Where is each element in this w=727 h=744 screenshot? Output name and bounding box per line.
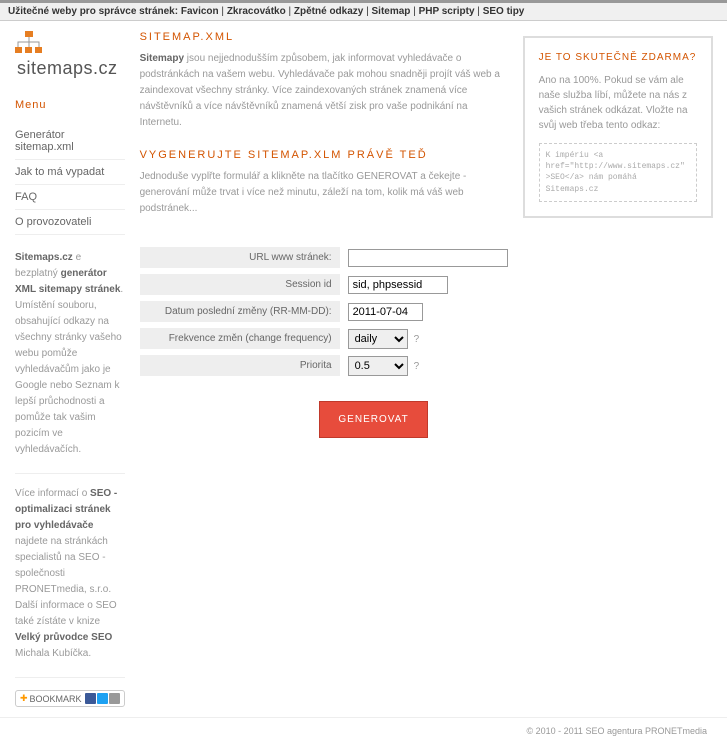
heading-generate: VYGENERUJTE SITEMAP.XLM PRÁVĚ TEĎ [140, 149, 508, 161]
session-label: Session id [140, 274, 340, 295]
menu-item-faq[interactable]: FAQ [15, 185, 125, 210]
url-label: URL www stránek: [140, 247, 340, 268]
bookmark-label: BOOKMARK [30, 694, 82, 704]
freq-select[interactable]: daily [348, 329, 408, 349]
form: URL www stránek: Session id Datum posled… [140, 247, 508, 438]
generate-text: Jednoduše vyplřte formulář a klikněte na… [140, 169, 508, 217]
topbar: Užitečné weby pro správce stránek: Favic… [0, 0, 727, 21]
divider [15, 677, 125, 678]
twitter-icon[interactable] [97, 693, 108, 704]
topbar-link-php[interactable]: PHP scripty [419, 6, 475, 17]
heading-sitemap: SITEMAP.XML [140, 31, 508, 43]
freq-label: Frekvence změn (change frequency) [140, 328, 340, 349]
topbar-label: Užitečné weby pro správce stránek: [8, 6, 178, 17]
facebook-icon[interactable] [85, 693, 96, 704]
date-label: Datum poslední změny (RR-MM-DD): [140, 301, 340, 322]
topbar-link-zkracovatko[interactable]: Zkracovátko [227, 6, 286, 17]
date-input[interactable] [348, 303, 423, 321]
url-input[interactable] [348, 249, 508, 267]
topbar-link-sitemap[interactable]: Sitemap [372, 6, 411, 17]
logo[interactable]: sitemaps.cz [15, 31, 125, 79]
topbar-link-seo[interactable]: SEO tipy [483, 6, 525, 17]
sitemap-icon [15, 31, 43, 58]
help-icon[interactable]: ? [414, 334, 420, 345]
sidebar-box: JE TO SKUTEČNĚ ZDARMA? Ano na 100%. Poku… [523, 36, 713, 218]
social-icons [85, 693, 120, 704]
session-input[interactable] [348, 276, 448, 294]
footer: © 2010 - 2011 SEO agentura PRONETmedia [0, 717, 727, 744]
side-text-2: Více informací o SEO - optimalizaci strá… [15, 486, 125, 662]
help-icon[interactable]: ? [414, 361, 420, 372]
plus-icon: ✚ [20, 693, 28, 704]
topbar-link-zpetne[interactable]: Zpětné odkazy [294, 6, 363, 17]
sidebar-title: JE TO SKUTEČNĚ ZDARMA? [539, 52, 697, 63]
intro-text: Sitemapy jsou nejjednodušším způsobem, j… [140, 51, 508, 131]
menu-item-generator[interactable]: Generátor sitemap.xml [15, 123, 125, 160]
logo-text: sitemaps.cz [17, 58, 118, 78]
menu-item-provozovatel[interactable]: O provozovateli [15, 210, 125, 235]
menu-item-jak[interactable]: Jak to má vypadat [15, 160, 125, 185]
topbar-link-favicon[interactable]: Favicon [181, 6, 219, 17]
bookmark-button[interactable]: ✚ BOOKMARK [15, 690, 125, 707]
code-snippet: K impériu <a href="http://www.sitemaps.c… [539, 143, 697, 202]
generate-button[interactable]: GENEROVAT [319, 401, 427, 438]
divider [15, 473, 125, 474]
prio-select[interactable]: 0.5 [348, 356, 408, 376]
side-text-1: Sitemaps.cz e bezplatný generátor XML si… [15, 250, 125, 458]
menu-title: Menu [15, 99, 125, 111]
prio-label: Priorita [140, 355, 340, 376]
sidebar-text: Ano na 100%. Pokud se vám ale naše služb… [539, 73, 697, 133]
share-icon[interactable] [109, 693, 120, 704]
